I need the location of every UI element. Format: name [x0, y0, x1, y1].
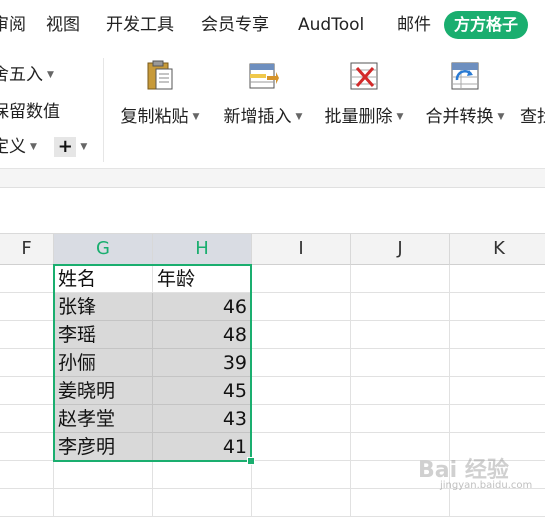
column-header-j[interactable]: J — [351, 234, 450, 265]
age-cell[interactable]: 43 — [153, 405, 252, 433]
grid-cell[interactable] — [0, 349, 54, 377]
grid-cell[interactable] — [252, 349, 351, 377]
custom-label: 定义 — [0, 137, 26, 157]
tab-audtool[interactable]: AudTool — [298, 13, 364, 37]
grid-cell[interactable] — [252, 433, 351, 461]
grid-cell[interactable] — [351, 489, 450, 517]
batch-delete-button[interactable]: 批量删除 ▼ — [319, 60, 409, 128]
grid-cell[interactable] — [351, 349, 450, 377]
column-header-f[interactable]: F — [0, 234, 54, 265]
keep-values-label: 保留数值 — [0, 102, 60, 122]
custom-button[interactable]: 定义 ▼ + ▼ — [0, 136, 87, 158]
grid-cell[interactable] — [54, 461, 153, 489]
age-cell[interactable]: 39 — [153, 349, 252, 377]
merge-convert-icon — [449, 60, 481, 92]
copy-paste-button[interactable]: 复制粘贴 ▼ — [117, 60, 203, 128]
grid-cell[interactable] — [0, 377, 54, 405]
keep-values-button[interactable]: 保留数值 — [0, 101, 60, 123]
age-cell[interactable]: 41 — [153, 433, 252, 461]
name-cell[interactable]: 孙俪 — [54, 349, 153, 377]
grid-cell[interactable] — [351, 405, 450, 433]
tab-developer-tools[interactable]: 开发工具 — [106, 13, 174, 37]
find-icon — [520, 60, 545, 92]
column-header-i[interactable]: I — [252, 234, 351, 265]
grid-cell[interactable] — [252, 377, 351, 405]
name-cell[interactable]: 赵孝堂 — [54, 405, 153, 433]
chevron-down-icon: ▼ — [295, 112, 303, 122]
find-label: 查找 — [520, 107, 545, 127]
name-cell[interactable]: 李彦明 — [54, 433, 153, 461]
header-cell-name[interactable]: 姓名 — [54, 265, 153, 293]
delete-x-icon — [348, 60, 380, 92]
chevron-down-icon: ▼ — [192, 112, 200, 122]
grid-cell[interactable] — [0, 321, 54, 349]
add-insert-label: 新增插入 ▼ — [223, 107, 303, 127]
grid-cell[interactable] — [252, 461, 351, 489]
round-button[interactable]: 舍五入 ▼ — [0, 64, 54, 86]
watermark-url: jingyan.baidu.com — [440, 480, 533, 491]
tab-fangfang-gezi[interactable]: 方方格子 — [444, 11, 529, 39]
tab-mail[interactable]: 邮件 — [397, 13, 431, 37]
grid-cell[interactable] — [252, 321, 351, 349]
grid-cell[interactable] — [0, 405, 54, 433]
age-cell[interactable]: 45 — [153, 377, 252, 405]
copy-paste-label: 复制粘贴 ▼ — [120, 107, 200, 127]
grid-cell[interactable] — [252, 265, 351, 293]
grid-cell[interactable] — [0, 489, 54, 517]
grid-cell[interactable] — [0, 265, 54, 293]
fill-handle[interactable] — [247, 457, 255, 465]
grid-cell[interactable] — [351, 321, 450, 349]
grid-cell[interactable] — [252, 405, 351, 433]
column-header-g[interactable]: G — [54, 234, 153, 265]
plus-icon[interactable]: + — [54, 137, 77, 157]
grid-cell[interactable] — [450, 265, 545, 293]
age-cell[interactable]: 48 — [153, 321, 252, 349]
chevron-down-icon: ▼ — [497, 112, 505, 122]
grid-cell[interactable] — [153, 461, 252, 489]
chevron-down-icon: ▼ — [47, 70, 54, 80]
column-header-h[interactable]: H — [153, 234, 252, 265]
formula-bar[interactable] — [0, 169, 545, 188]
grid-cell[interactable] — [0, 293, 54, 321]
chevron-down-icon[interactable]: ▼ — [80, 142, 87, 152]
find-button[interactable]: 查找 — [520, 60, 545, 128]
grid-cell[interactable] — [54, 489, 153, 517]
grid-cell[interactable] — [450, 293, 545, 321]
tab-view[interactable]: 视图 — [46, 13, 80, 37]
round-label: 舍五入 — [0, 65, 43, 85]
insert-rows-icon — [247, 60, 279, 92]
grid-cell[interactable] — [0, 461, 54, 489]
name-cell[interactable]: 姜晓明 — [54, 377, 153, 405]
chevron-down-icon: ▼ — [30, 142, 37, 152]
batch-delete-label: 批量删除 ▼ — [324, 107, 404, 127]
ribbon-divider — [103, 58, 104, 162]
tab-member-exclusive[interactable]: 会员专享 — [201, 13, 269, 37]
name-cell[interactable]: 张锋 — [54, 293, 153, 321]
header-cell-age[interactable]: 年龄 — [153, 265, 252, 293]
grid-cell[interactable] — [450, 377, 545, 405]
grid-cell[interactable] — [252, 489, 351, 517]
grid-cell[interactable] — [351, 377, 450, 405]
merge-convert-button[interactable]: 合并转换 ▼ — [420, 60, 510, 128]
add-insert-button[interactable]: 新增插入 ▼ — [218, 60, 308, 128]
clipboard-paste-icon — [144, 60, 176, 92]
column-header-k[interactable]: K — [450, 234, 545, 265]
grid-cell[interactable] — [351, 265, 450, 293]
grid-cell[interactable] — [153, 489, 252, 517]
merge-convert-label: 合并转换 ▼ — [425, 107, 505, 127]
grid-cell[interactable] — [252, 293, 351, 321]
toolbar-spacer — [0, 188, 545, 234]
grid-cell[interactable] — [0, 433, 54, 461]
ribbon-toolbar: 舍五入 ▼ 保留数值 定义 ▼ + ▼ 复制粘贴 ▼ 新增插入 ▼ 批量删除 ▼… — [0, 50, 545, 169]
grid-cell[interactable] — [450, 349, 545, 377]
name-cell[interactable]: 李瑶 — [54, 321, 153, 349]
age-cell[interactable]: 46 — [153, 293, 252, 321]
grid-cell[interactable] — [351, 293, 450, 321]
grid-cell[interactable] — [450, 489, 545, 517]
chevron-down-icon: ▼ — [396, 112, 404, 122]
grid-cell[interactable] — [450, 321, 545, 349]
tab-review[interactable]: 审阅 — [0, 13, 26, 37]
ribbon-tab-bar: 审阅 视图 开发工具 会员专享 AudTool 邮件 方方格子 — [0, 0, 545, 50]
grid-cell[interactable] — [450, 405, 545, 433]
